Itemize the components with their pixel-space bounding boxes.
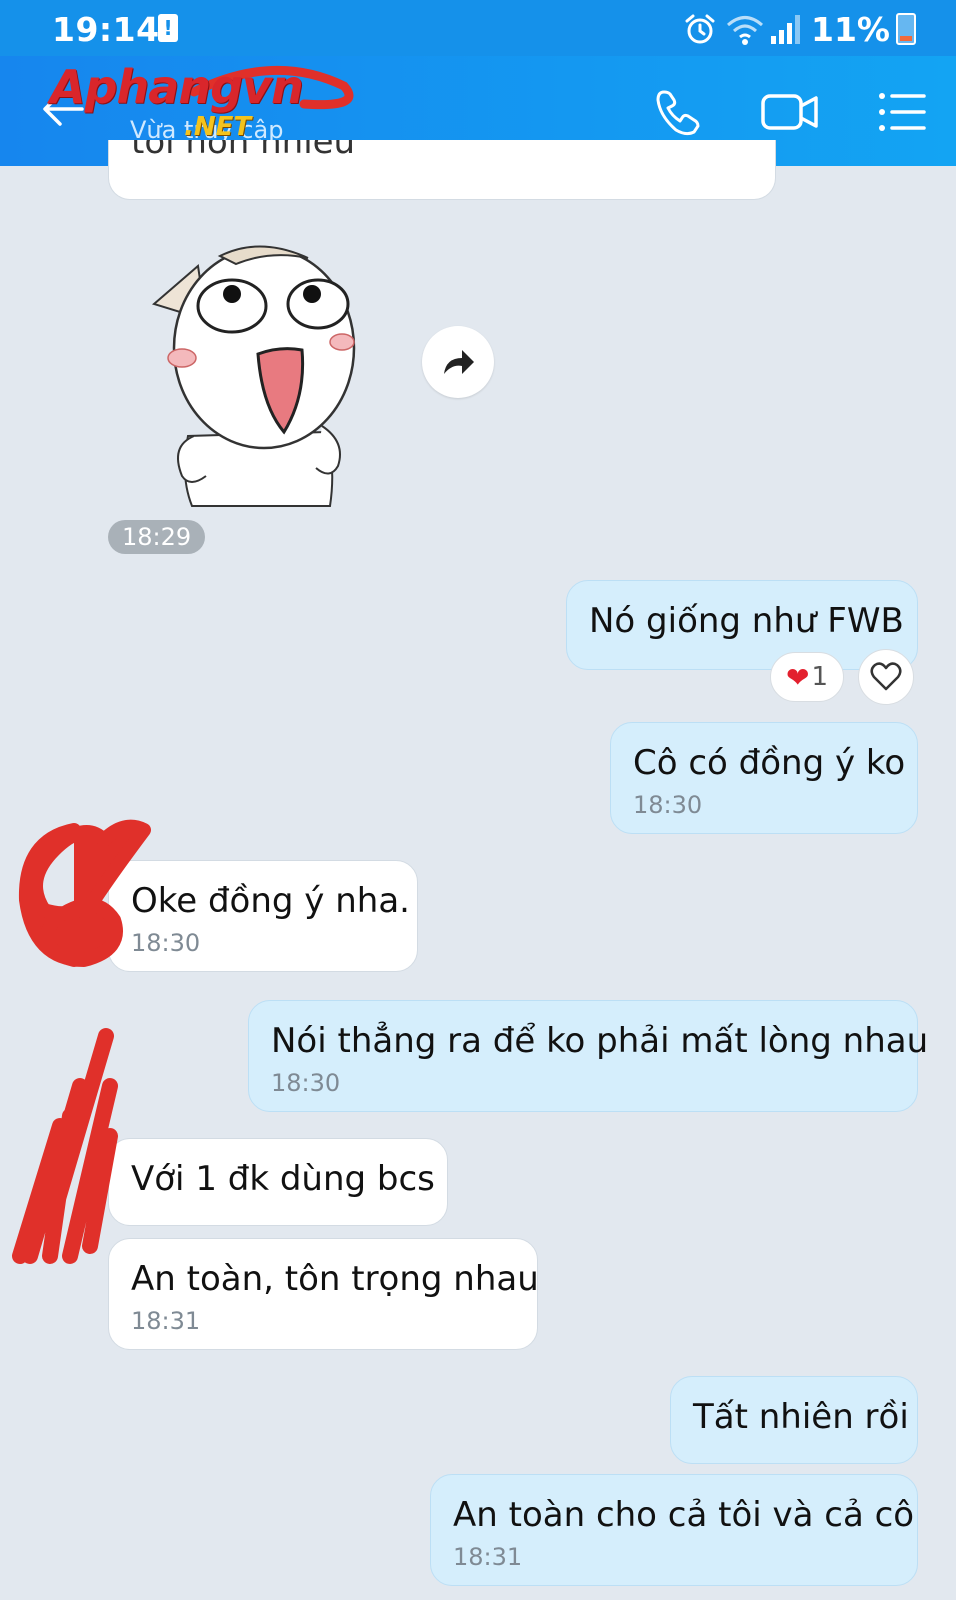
message-timestamp: 18:30 <box>271 1069 341 1097</box>
message-timestamp: 18:30 <box>131 929 201 957</box>
message-bubble-partial[interactable]: tôi hơn nhiều <box>108 140 776 200</box>
message-text: An toàn cho cả tôi và cả cô <box>453 1495 915 1535</box>
battery-icon <box>896 13 916 45</box>
message-bubble-received[interactable]: Với 1 đk dùng bcs <box>108 1138 448 1226</box>
message-text: tôi hơn nhiều <box>131 140 356 162</box>
reaction-count-badge[interactable]: ❤ 1 <box>770 652 844 702</box>
message-timestamp: 18:31 <box>453 1543 523 1571</box>
status-indicators: 11% <box>683 9 916 49</box>
status-time: 19:14 <box>52 10 160 49</box>
alarm-icon <box>685 14 715 44</box>
logo-suffix: .NET <box>184 112 252 142</box>
message-text: Tất nhiên rồi <box>693 1397 909 1437</box>
message-text: Oke đồng ý nha. <box>131 881 410 921</box>
sticker-image[interactable] <box>140 236 370 512</box>
heart-emoji: ❤ <box>785 660 810 694</box>
message-bubble-received[interactable]: An toàn, tôn trọng nhau 18:31 <box>108 1238 539 1350</box>
alert-icon: ! <box>158 14 178 42</box>
message-bubble-received[interactable]: Oke đồng ý nha. 18:30 <box>108 860 418 972</box>
battery-percent: 11% <box>811 9 890 49</box>
heart-outline-icon <box>870 662 902 691</box>
message-text: An toàn, tôn trọng nhau <box>131 1259 539 1299</box>
status-bar: 19:14 ! 11% <box>0 0 956 56</box>
redaction-scribble <box>12 1028 118 1264</box>
logo-text: Aphangvn <box>50 60 304 114</box>
message-text: Với 1 đk dùng bcs <box>131 1159 435 1199</box>
message-text: Cô có đồng ý ko <box>633 743 906 783</box>
watermark-logo: Aphangvn .NET <box>44 56 364 152</box>
menu-list-icon[interactable] <box>876 86 928 138</box>
message-bubble-sent[interactable]: An toàn cho cả tôi và cả cô 18:31 <box>430 1474 918 1586</box>
message-bubble-sent[interactable]: Nói thẳng ra để ko phải mất lòng nhau 18… <box>248 1000 929 1112</box>
video-call-icon[interactable] <box>760 86 820 138</box>
share-arrow-icon <box>444 350 474 374</box>
message-bubble-sent[interactable]: Tất nhiên rồi <box>670 1376 918 1464</box>
message-text: Nói thẳng ra để ko phải mất lòng nhau <box>271 1021 929 1061</box>
message-timestamp: 18:31 <box>131 1307 201 1335</box>
message-timestamp: 18:30 <box>633 791 703 819</box>
reaction-count: 1 <box>811 662 828 692</box>
redaction-scribble <box>18 819 151 967</box>
share-button[interactable] <box>422 326 494 398</box>
phone-call-icon[interactable] <box>652 86 704 138</box>
signal-icon <box>771 15 800 44</box>
sticker-timestamp: 18:29 <box>108 520 206 554</box>
wifi-icon <box>727 16 763 45</box>
react-button[interactable] <box>858 649 914 705</box>
message-bubble-sent[interactable]: Cô có đồng ý ko 18:30 <box>610 722 918 834</box>
message-text: Nó giống như FWB <box>589 601 904 641</box>
